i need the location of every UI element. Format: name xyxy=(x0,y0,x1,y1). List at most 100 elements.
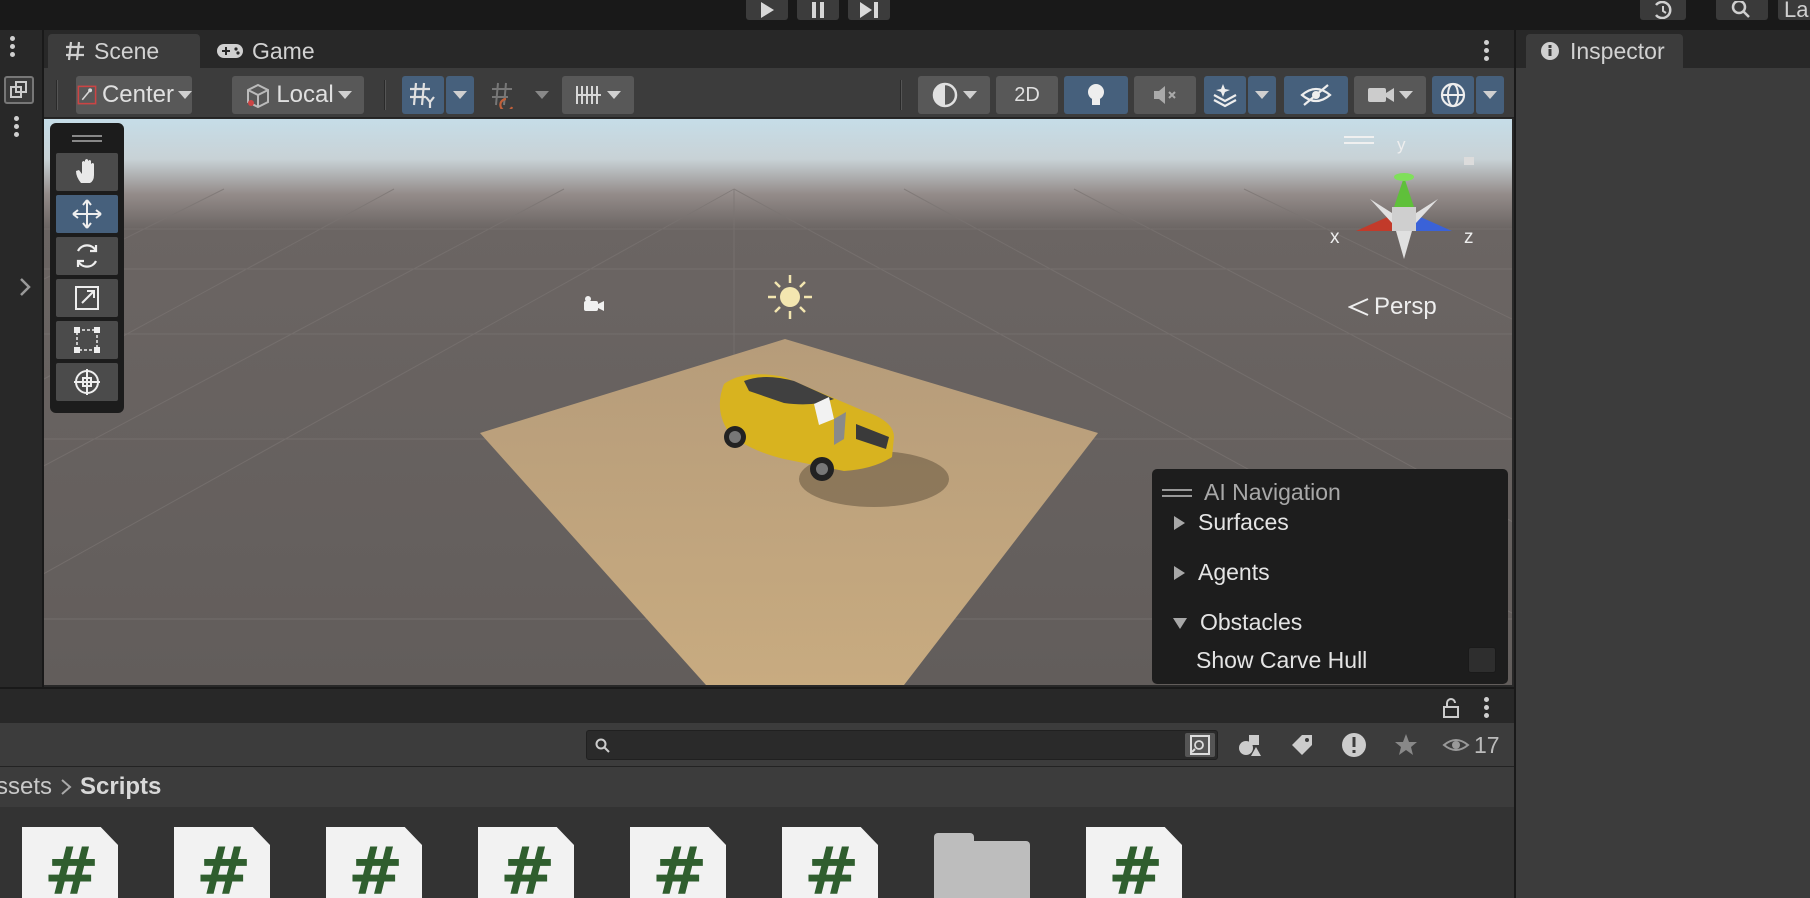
project-header xyxy=(0,687,1514,723)
history-button[interactable] xyxy=(1640,0,1686,20)
camera-settings-dropdown[interactable] xyxy=(1354,76,1426,114)
transform-icon xyxy=(74,369,100,395)
orientation-gizmo[interactable] xyxy=(1356,173,1452,259)
chevron-down-icon xyxy=(535,91,549,99)
snap-settings-dropdown[interactable] xyxy=(562,76,634,114)
inspector-tab-label: Inspector xyxy=(1570,37,1665,64)
hand-tool-button[interactable] xyxy=(56,153,118,191)
grid-options-dropdown[interactable] xyxy=(446,76,474,114)
script-asset-icon[interactable]: # xyxy=(630,827,726,898)
scene-camera-icon[interactable] xyxy=(584,296,604,311)
tab-inspector[interactable]: Inspector xyxy=(1526,34,1683,68)
favorites-button[interactable] xyxy=(1386,725,1426,765)
play-button[interactable] xyxy=(746,0,788,20)
scale-icon xyxy=(75,286,99,310)
error-filter-button[interactable] xyxy=(1334,725,1374,765)
pause-button[interactable] xyxy=(797,0,839,20)
tab-game-label: Game xyxy=(252,37,315,64)
project-search-field[interactable] xyxy=(586,730,1218,760)
breadcrumb-scripts[interactable]: Scripts xyxy=(80,773,161,801)
script-asset-icon[interactable]: # xyxy=(1086,827,1182,898)
grid-snap-toggle[interactable] xyxy=(402,76,444,114)
gizmos-toggle[interactable] xyxy=(1432,76,1474,114)
script-asset-icon[interactable]: # xyxy=(326,827,422,898)
move-tool-button[interactable] xyxy=(56,195,118,233)
search-icon xyxy=(1731,1,1750,18)
filter-by-type-button[interactable] xyxy=(1230,725,1270,765)
top-toolbar: La xyxy=(0,0,1810,30)
tab-scene-label: Scene xyxy=(94,37,160,64)
hidden-count: 17 xyxy=(1474,731,1500,758)
kebab-menu-icon-2[interactable] xyxy=(14,116,20,137)
move-arrows-icon xyxy=(72,199,102,229)
projection-toggle[interactable]: Persp xyxy=(1348,293,1437,321)
gizmos-dropdown[interactable] xyxy=(1476,76,1504,114)
project-window: 17 ssets Scripts # # # # # # # xyxy=(0,687,1514,898)
lock-icon[interactable] xyxy=(1442,697,1460,719)
axis-x-label: x xyxy=(1330,227,1340,248)
kebab-menu-icon[interactable] xyxy=(10,36,16,57)
search-by-type-button[interactable] xyxy=(1185,733,1215,757)
tab-game[interactable]: Game xyxy=(200,34,331,68)
triangle-down-icon xyxy=(1173,617,1187,629)
layers-label: La xyxy=(1784,0,1809,22)
search-button[interactable] xyxy=(1716,0,1768,20)
rect-tool-button[interactable] xyxy=(56,321,118,359)
layers-dropdown[interactable]: La xyxy=(1778,0,1810,22)
effects-dropdown[interactable] xyxy=(1248,76,1276,114)
increment-snap-toggle[interactable] xyxy=(484,76,526,114)
show-carve-hull-row: Show Carve Hull xyxy=(1196,647,1367,674)
obstacles-label: Obstacles xyxy=(1200,609,1303,635)
hidden-packages-toggle[interactable]: 17 xyxy=(1442,727,1500,763)
script-asset-icon[interactable]: # xyxy=(782,827,878,898)
scale-tool-button[interactable] xyxy=(56,279,118,317)
scene-kebab-menu-icon[interactable] xyxy=(1484,40,1489,61)
gizmo-globe-icon xyxy=(1440,82,1466,108)
surfaces-label: Surfaces xyxy=(1198,509,1289,535)
surfaces-foldout[interactable]: Surfaces xyxy=(1172,509,1289,536)
agents-foldout[interactable]: Agents xyxy=(1172,559,1270,586)
pivot-center-dropdown[interactable]: Center xyxy=(76,76,192,114)
lighting-toggle[interactable] xyxy=(1064,76,1128,114)
snap-options-dropdown[interactable] xyxy=(528,76,556,114)
script-asset-icon[interactable]: # xyxy=(22,827,118,898)
expand-chevron-icon[interactable] xyxy=(18,276,32,303)
tab-scene[interactable]: Scene xyxy=(48,34,200,68)
eye-icon xyxy=(1442,739,1470,751)
info-icon xyxy=(1541,42,1559,60)
rotate-tool-button[interactable] xyxy=(56,237,118,275)
breadcrumb-assets[interactable]: ssets xyxy=(0,773,52,801)
lightbulb-icon xyxy=(1088,84,1104,105)
scene-window: Scene Game Center Local 2D y x z Persp A… xyxy=(44,30,1514,687)
effects-toggle[interactable] xyxy=(1204,76,1246,114)
chevron-down-icon xyxy=(963,91,977,99)
shapes-filter-icon xyxy=(1239,735,1261,756)
project-kebab-menu-icon[interactable] xyxy=(1484,697,1489,718)
audio-toggle[interactable] xyxy=(1134,76,1196,114)
scene-visibility-toggle[interactable] xyxy=(1284,76,1348,114)
space-local-dropdown[interactable]: Local xyxy=(232,76,364,114)
show-carve-hull-checkbox[interactable] xyxy=(1468,647,1496,673)
palette-grip-icon[interactable] xyxy=(72,135,102,137)
step-icon xyxy=(860,2,878,18)
inspector-body xyxy=(1516,68,1810,898)
draw-mode-dropdown[interactable] xyxy=(918,76,990,114)
grid-y-icon xyxy=(410,82,435,108)
maximize-icon[interactable] xyxy=(4,76,34,104)
directional-light-icon[interactable] xyxy=(768,275,812,319)
script-asset-icon[interactable]: # xyxy=(174,827,270,898)
transform-tool-button[interactable] xyxy=(56,363,118,401)
ai-navigation-header[interactable]: AI Navigation xyxy=(1162,479,1341,506)
chevron-down-icon xyxy=(453,91,467,99)
chevron-down-icon xyxy=(1255,91,1269,99)
scene-viewport[interactable]: y x z Persp AI Navigation Surfaces Agent… xyxy=(44,119,1512,685)
project-search-input[interactable] xyxy=(617,733,1167,757)
perspective-icon xyxy=(1348,298,1369,316)
chevron-down-icon xyxy=(1483,91,1497,99)
2d-mode-toggle[interactable]: 2D xyxy=(996,76,1058,114)
obstacles-foldout[interactable]: Obstacles xyxy=(1172,609,1302,636)
script-asset-icon[interactable]: # xyxy=(478,827,574,898)
folder-icon[interactable] xyxy=(934,833,1030,898)
step-button[interactable] xyxy=(848,0,890,20)
filter-by-label-button[interactable] xyxy=(1282,725,1322,765)
